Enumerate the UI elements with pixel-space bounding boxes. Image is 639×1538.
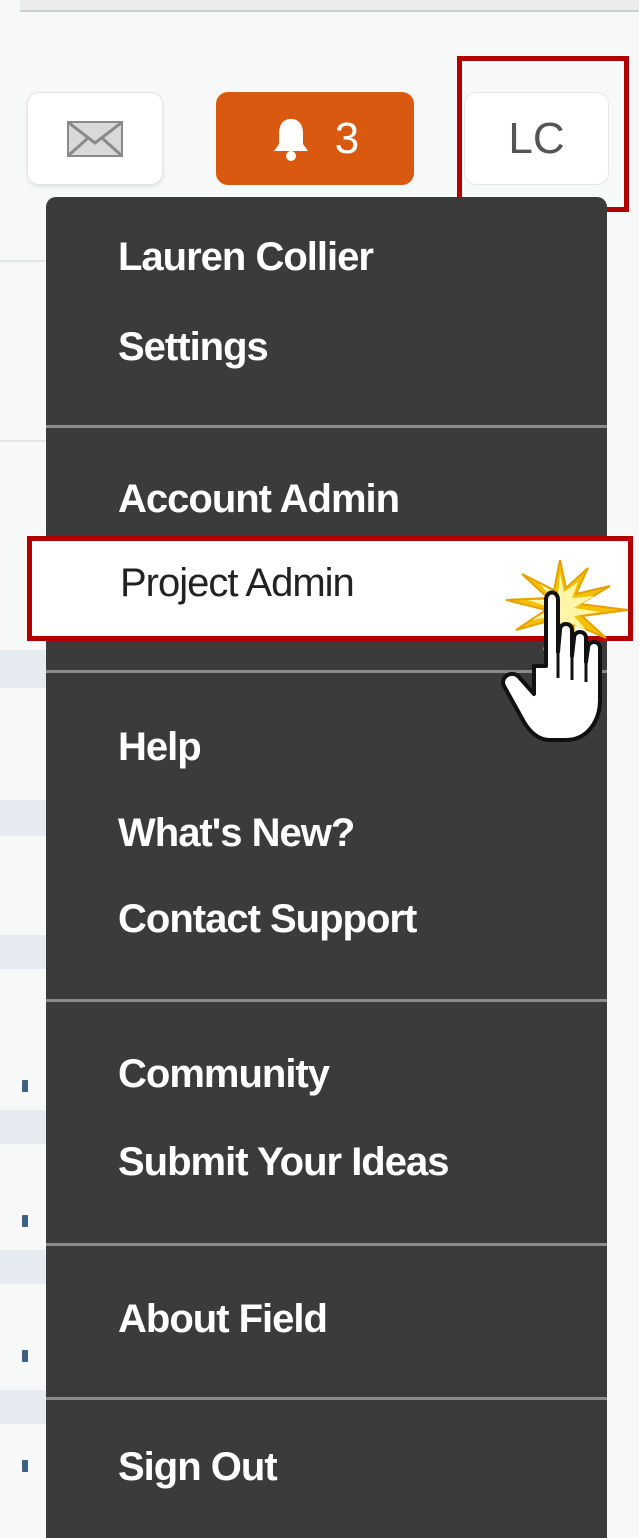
menu-item-user-name[interactable]: Lauren Collier [118, 235, 374, 280]
background-row [0, 1110, 50, 1144]
menu-divider [46, 425, 607, 428]
background-marker [22, 1215, 28, 1227]
bell-icon [273, 118, 308, 161]
menu-item-about-field[interactable]: About Field [118, 1297, 328, 1342]
menu-item-help[interactable]: Help [118, 725, 202, 770]
background-row [0, 1390, 50, 1424]
background-row [0, 260, 50, 262]
menu-item-community[interactable]: Community [118, 1052, 330, 1097]
user-button-highlight [457, 56, 629, 212]
menu-item-contact-support[interactable]: Contact Support [118, 897, 417, 942]
messages-button[interactable] [27, 92, 163, 185]
menu-item-settings[interactable]: Settings [118, 325, 269, 370]
background-marker [22, 1350, 28, 1362]
menu-divider [46, 999, 607, 1002]
user-dropdown-menu: Lauren Collier Settings Account Admin He… [46, 197, 607, 1538]
menu-item-whats-new[interactable]: What's New? [118, 811, 355, 856]
background-row [0, 800, 50, 836]
background-row [0, 650, 50, 688]
notifications-button[interactable]: 3 [216, 92, 414, 185]
top-border [20, 0, 639, 12]
menu-divider [46, 1397, 607, 1400]
background-marker [22, 1460, 28, 1472]
menu-item-project-admin-label: Project Admin [120, 561, 355, 605]
background-row [0, 935, 50, 969]
envelope-icon [67, 120, 123, 157]
menu-item-sign-out[interactable]: Sign Out [118, 1445, 278, 1490]
menu-item-account-admin[interactable]: Account Admin [118, 477, 400, 522]
background-marker [22, 1080, 28, 1092]
notification-count: 3 [334, 113, 360, 163]
menu-item-submit-ideas[interactable]: Submit Your Ideas [118, 1140, 449, 1185]
menu-divider [46, 1243, 607, 1246]
background-row [0, 1250, 50, 1284]
background-row [0, 440, 50, 442]
hand-pointer-icon [501, 560, 629, 742]
